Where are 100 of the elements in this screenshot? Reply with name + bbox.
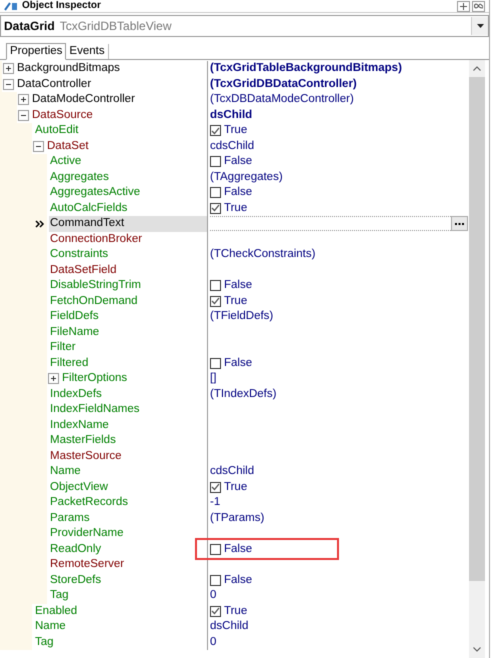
property-value: (TCheckConstraints) xyxy=(210,247,316,262)
expand-toggle[interactable] xyxy=(18,94,29,106)
property-name[interactable]: ProviderName xyxy=(49,526,207,542)
checkbox[interactable] xyxy=(210,544,221,555)
property-value: (TcxGridDBDataController) xyxy=(210,76,357,92)
property-name[interactable]: ConnectionBroker xyxy=(49,232,207,247)
property-value: True xyxy=(224,200,248,216)
checkbox[interactable] xyxy=(210,606,221,617)
plus-icon xyxy=(49,374,58,384)
property-name[interactable]: Tag xyxy=(34,634,207,650)
property-value: True xyxy=(224,294,248,308)
value-input-field[interactable] xyxy=(210,216,451,232)
property-name[interactable]: MasterSource xyxy=(49,448,207,464)
property-name[interactable]: FieldDefs xyxy=(49,309,207,324)
checkbox[interactable] xyxy=(210,156,221,168)
property-name[interactable]: FetchOnDemand xyxy=(49,294,207,309)
collapse-toggle[interactable] xyxy=(18,110,29,121)
property-name[interactable]: CommandText xyxy=(49,216,207,232)
checkbox[interactable] xyxy=(210,202,221,214)
property-value: True xyxy=(224,480,248,494)
property-value: dsChild xyxy=(210,108,252,122)
property-value: False xyxy=(224,185,252,200)
property-name[interactable]: AutoCalcFields xyxy=(49,200,207,216)
collapse-toggle[interactable] xyxy=(3,78,14,90)
property-name[interactable]: BackgroundBitmaps xyxy=(16,61,207,76)
property-name[interactable]: StoreDefs xyxy=(49,572,207,588)
dropdown-button[interactable] xyxy=(471,17,488,35)
checkbox[interactable] xyxy=(210,280,221,292)
property-value: False xyxy=(224,154,252,169)
property-name[interactable]: DataSource xyxy=(31,108,207,123)
property-name[interactable]: IndexName xyxy=(49,418,207,433)
tab[interactable]: Properties xyxy=(6,43,66,60)
property-value: False xyxy=(224,356,252,370)
expand-toggle[interactable] xyxy=(48,373,59,384)
ellipsis-button[interactable] xyxy=(451,216,468,232)
ellipsis-icon xyxy=(455,222,464,225)
plus-icon xyxy=(19,95,28,104)
property-value: dsChild xyxy=(210,619,248,634)
property-name[interactable]: DataSetField xyxy=(49,262,207,278)
property-name[interactable]: DataSet xyxy=(46,138,207,154)
property-name[interactable]: Aggregates xyxy=(49,170,207,185)
property-name[interactable]: Params xyxy=(49,510,207,526)
property-name[interactable]: Filter xyxy=(49,340,207,356)
current-row-icon xyxy=(35,220,45,228)
property-name[interactable]: IndexDefs xyxy=(49,386,207,402)
add-button[interactable] xyxy=(457,0,470,12)
link-button[interactable] xyxy=(472,0,485,12)
property-name[interactable]: FileName xyxy=(49,324,207,340)
collapse-toggle[interactable] xyxy=(33,140,44,152)
property-value: False xyxy=(224,278,252,293)
property-name[interactable]: ObjectView xyxy=(49,480,207,495)
checkbox[interactable] xyxy=(210,187,221,198)
checkbox[interactable] xyxy=(210,482,221,493)
property-name[interactable]: Active xyxy=(49,154,207,170)
property-value: (TcxGridTableBackgroundBitmaps) xyxy=(210,61,402,76)
property-name[interactable]: Name xyxy=(49,464,207,480)
inspector-icon xyxy=(4,1,18,11)
expand-toggle[interactable] xyxy=(3,63,14,74)
property-value: False xyxy=(224,542,252,556)
object-selector[interactable]: DataGrid TcxGridDBTableView xyxy=(0,15,489,37)
property-value: cdsChild xyxy=(210,138,254,154)
vertical-scrollbar[interactable] xyxy=(469,60,485,658)
tab[interactable]: Events xyxy=(66,44,109,59)
property-value: (TAggregates) xyxy=(210,170,283,184)
property-name[interactable]: DataController xyxy=(16,76,207,92)
property-value: False xyxy=(224,572,252,588)
caret-down-icon xyxy=(476,24,484,28)
property-value: True xyxy=(224,604,248,618)
property-name[interactable]: Filtered xyxy=(49,356,207,371)
checkbox[interactable] xyxy=(210,358,221,369)
property-name[interactable]: PacketRecords xyxy=(49,495,207,510)
property-value: 0 xyxy=(210,634,216,650)
property-name[interactable]: Tag xyxy=(49,588,207,604)
property-value: (TParams) xyxy=(210,510,264,526)
property-value: (TFieldDefs) xyxy=(210,309,274,324)
property-name[interactable]: FilterOptions xyxy=(61,371,207,386)
checkbox[interactable] xyxy=(210,574,221,586)
plus-icon xyxy=(4,64,13,74)
property-name[interactable]: Constraints xyxy=(49,247,207,262)
property-name[interactable]: MasterFields xyxy=(49,433,207,448)
property-name[interactable]: ReadOnly xyxy=(49,542,207,557)
property-value: -1 xyxy=(210,495,220,510)
property-name[interactable]: AggregatesActive xyxy=(49,185,207,200)
checkbox[interactable] xyxy=(210,125,221,136)
checkbox[interactable] xyxy=(210,296,221,307)
property-name[interactable]: Enabled xyxy=(34,604,207,619)
property-name[interactable]: DataModeController xyxy=(31,92,207,108)
property-value: cdsChild xyxy=(210,464,254,479)
property-name[interactable]: AutoEdit xyxy=(34,123,207,138)
scroll-up-icon[interactable] xyxy=(473,66,481,71)
window-title: Object Inspector xyxy=(22,0,101,12)
scrollbar-thumb[interactable] xyxy=(469,77,485,581)
property-value: (TIndexDefs) xyxy=(210,386,276,402)
scroll-down-icon[interactable] xyxy=(473,647,481,652)
property-name[interactable]: DisableStringTrim xyxy=(49,278,207,294)
property-name[interactable]: Name xyxy=(34,619,207,634)
property-name[interactable]: IndexFieldNames xyxy=(49,402,207,418)
property-value: 0 xyxy=(210,588,216,603)
property-value: True xyxy=(224,123,248,138)
property-name[interactable]: RemoteServer xyxy=(49,557,207,572)
